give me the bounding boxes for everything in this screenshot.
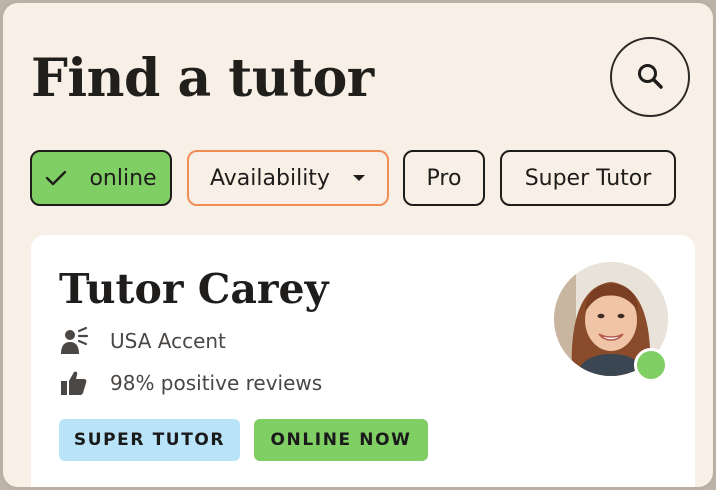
- availability-dropdown[interactable]: Availability: [187, 150, 389, 206]
- availability-label: Availability: [210, 165, 330, 191]
- app-frame: Find a tutor online Availability Pro Sup…: [0, 0, 716, 490]
- online-status-dot: [634, 348, 668, 382]
- accent-text: USA Accent: [110, 329, 226, 353]
- filter-online-chip[interactable]: online: [30, 150, 172, 206]
- tutor-name: Tutor Carey: [59, 265, 329, 313]
- search-icon: [635, 61, 665, 94]
- page-title: Find a tutor: [31, 48, 374, 109]
- filter-super-tutor-chip[interactable]: Super Tutor: [500, 150, 676, 206]
- caret-down-icon: [352, 174, 366, 182]
- online-now-badge: ONLINE NOW: [254, 419, 428, 461]
- filter-pro-chip[interactable]: Pro: [403, 150, 485, 206]
- thumbs-up-icon: [59, 368, 89, 398]
- tutor-card[interactable]: Tutor Carey USA Accent 98% positive revi…: [31, 235, 695, 487]
- filter-pro-label: Pro: [426, 165, 462, 191]
- speaking-person-icon: [59, 326, 89, 356]
- filter-super-tutor-label: Super Tutor: [524, 165, 652, 191]
- accent-row: USA Accent: [59, 326, 226, 356]
- super-tutor-badge: SUPER TUTOR: [59, 419, 240, 461]
- reviews-text: 98% positive reviews: [110, 371, 323, 395]
- filter-online-label: online: [89, 165, 157, 191]
- search-button[interactable]: [610, 37, 690, 117]
- reviews-row: 98% positive reviews: [59, 368, 322, 398]
- check-icon: [45, 169, 67, 187]
